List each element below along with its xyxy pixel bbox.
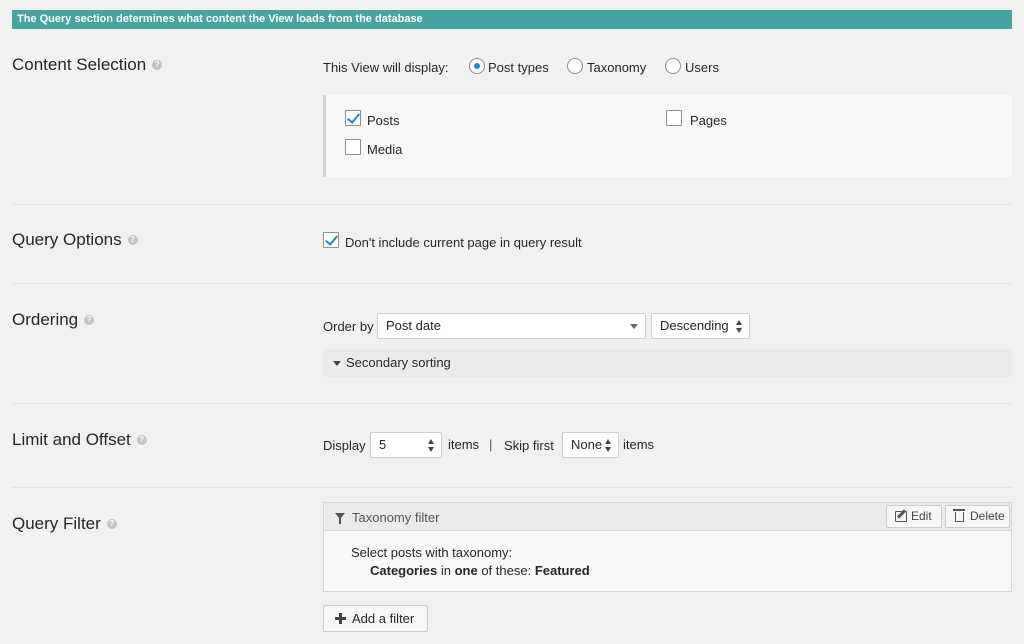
divider [12,487,1012,488]
ordering-title: Ordering ? [12,310,95,330]
info-banner: The Query section determines what conten… [12,10,1012,29]
plus-icon [335,613,346,624]
trash-icon [953,509,965,522]
skip-first-select[interactable]: None [562,432,619,458]
radio-users-label[interactable]: Users [685,60,719,75]
help-icon[interactable]: ? [127,235,138,245]
checkbox-pages[interactable] [666,110,682,126]
help-icon[interactable]: ? [136,435,147,445]
skip-first-label: Skip first [504,438,554,453]
checkbox-exclude-current[interactable] [323,232,339,248]
display-count-label: Display [323,438,366,453]
help-icon[interactable]: ? [106,519,117,529]
display-count-select[interactable]: 5 [370,432,442,458]
radio-post-types-label[interactable]: Post types [488,60,549,75]
filter-title: Taxonomy filter [352,510,440,525]
chevron-down-icon [630,324,638,329]
checkbox-posts[interactable] [345,110,361,126]
checkbox-pages-label[interactable]: Pages [690,113,727,128]
checkbox-exclude-current-label[interactable]: Don't include current page in query resu… [345,235,582,250]
filter-description: Select posts with taxonomy: [351,545,513,560]
order-by-label: Order by [323,319,374,334]
query-filter-title: Query Filter ? [12,514,117,534]
post-types-box [323,95,1012,177]
radio-users[interactable] [665,58,681,74]
checkbox-posts-label[interactable]: Posts [367,113,400,128]
updown-arrows-icon [605,439,612,452]
radio-taxonomy-label[interactable]: Taxonomy [587,60,646,75]
checkbox-media-label[interactable]: Media [367,142,402,157]
secondary-sorting-toggle[interactable]: Secondary sorting [323,349,1012,377]
divider [12,204,1012,205]
order-direction-select[interactable]: Descending [651,313,750,339]
filter-header: Taxonomy filter Edit Delete [324,503,1011,531]
delete-filter-button[interactable]: Delete [945,505,1010,528]
query-options-title: Query Options ? [12,230,138,250]
display-label: This View will display: [323,60,449,75]
taxonomy-filter-box: Taxonomy filter Edit Delete Select posts… [323,502,1012,592]
edit-icon [895,511,907,522]
order-by-select[interactable]: Post date [377,313,646,339]
content-selection-title: Content Selection ? [12,55,163,75]
edit-filter-button[interactable]: Edit [886,505,942,528]
add-filter-button[interactable]: Add a filter [323,605,428,632]
separator-pipe: | [489,437,493,452]
help-icon[interactable]: ? [84,315,95,325]
divider [12,283,1012,284]
limit-offset-title: Limit and Offset ? [12,430,147,450]
updown-arrows-icon [736,320,743,333]
divider [12,403,1012,404]
radio-post-types[interactable] [469,58,485,74]
items-label: items [448,437,480,452]
triangle-down-icon [333,361,341,366]
filter-icon [335,513,345,524]
help-icon[interactable]: ? [152,60,163,70]
filter-summary: Categories in one of these: Featured [370,563,590,578]
updown-arrows-icon [428,439,435,452]
checkbox-media[interactable] [345,139,361,155]
radio-taxonomy[interactable] [567,58,583,74]
items-label-2: items [623,437,655,452]
